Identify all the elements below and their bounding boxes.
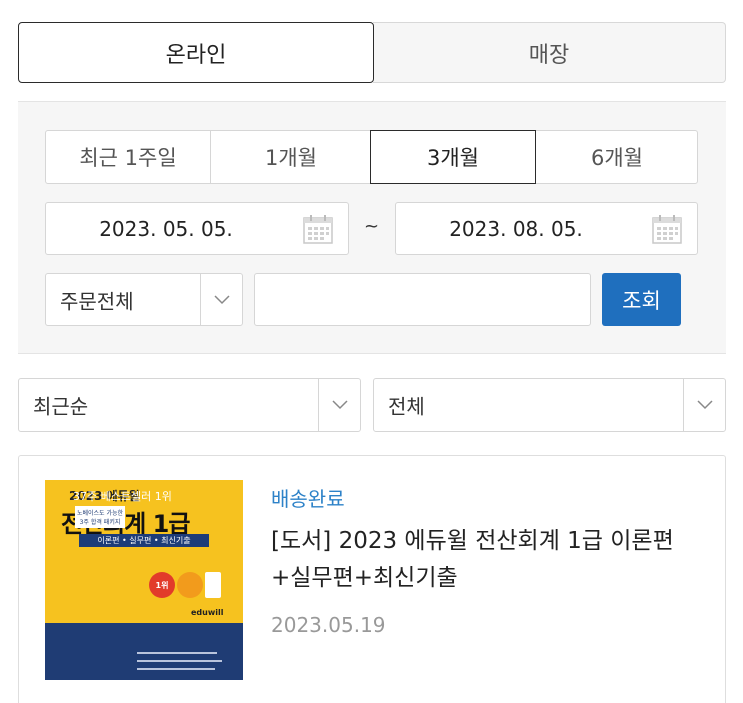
cover-badge-secondary [177,572,203,598]
category-value: 전체 [388,394,425,419]
cover-badge: 1위 [149,572,175,598]
order-type-value: 주문전체 [60,289,134,313]
order-date: 2023.05.19 [271,613,386,637]
order-type-arrow[interactable] [200,274,242,325]
cover-badge-tertiary [205,572,221,598]
category-arrow[interactable] [683,379,725,431]
cover-line [137,652,217,654]
cover-subtitle: 이론편 • 실무편 • 최신기출 [79,534,209,547]
order-type-select[interactable]: 주문전체 [45,273,243,326]
cover-line [137,660,222,662]
date-range-separator: ~ [364,216,380,237]
chevron-down-icon [213,294,230,304]
cover-brand-logo: eduwill [191,608,224,617]
search-button[interactable]: 조회 [602,273,681,326]
search-input[interactable] [254,273,591,326]
order-title-link[interactable]: [도서] 2023 에듀윌 전산회계 1급 이론편+실무편+최신기출 [271,523,711,597]
start-date-field[interactable]: 2023. 05. 05. [45,202,349,255]
order-status: 배송완료 [271,487,345,511]
period-6-months-button[interactable]: 6개월 [536,130,698,184]
cover-bottom-box: 노베이스도 가능한 3주 합격 패키지 [75,506,125,528]
chevron-down-icon [331,400,348,410]
tab-store[interactable]: 매장 [373,22,726,83]
sort-arrow[interactable] [318,379,360,431]
calendar-icon[interactable] [302,213,334,245]
period-3-months-button[interactable]: 3개월 [370,130,536,184]
chevron-down-icon [696,400,713,410]
period-1-month-button[interactable]: 1개월 [211,130,371,184]
category-select[interactable]: 전체 [373,378,726,432]
end-date-field[interactable]: 2023. 08. 05. [395,202,698,255]
period-1-week-button[interactable]: 최근 1주일 [46,130,210,184]
sort-value: 최근순 [33,394,89,419]
end-date-value: 2023. 08. 05. [449,216,583,241]
sort-select[interactable]: 최근순 [18,378,361,432]
start-date-value: 2023. 05. 05. [99,216,233,241]
book-cover-image[interactable]: 2023 에듀윌 전산회계 1급 이론편 • 실무편 • 최신기출 1위 edu… [45,480,243,680]
cover-line [137,668,215,670]
cover-bottom-text: 37주 베스트셀러 1위 [73,490,172,503]
tab-online[interactable]: 온라인 [18,22,374,83]
calendar-icon[interactable] [651,213,683,245]
